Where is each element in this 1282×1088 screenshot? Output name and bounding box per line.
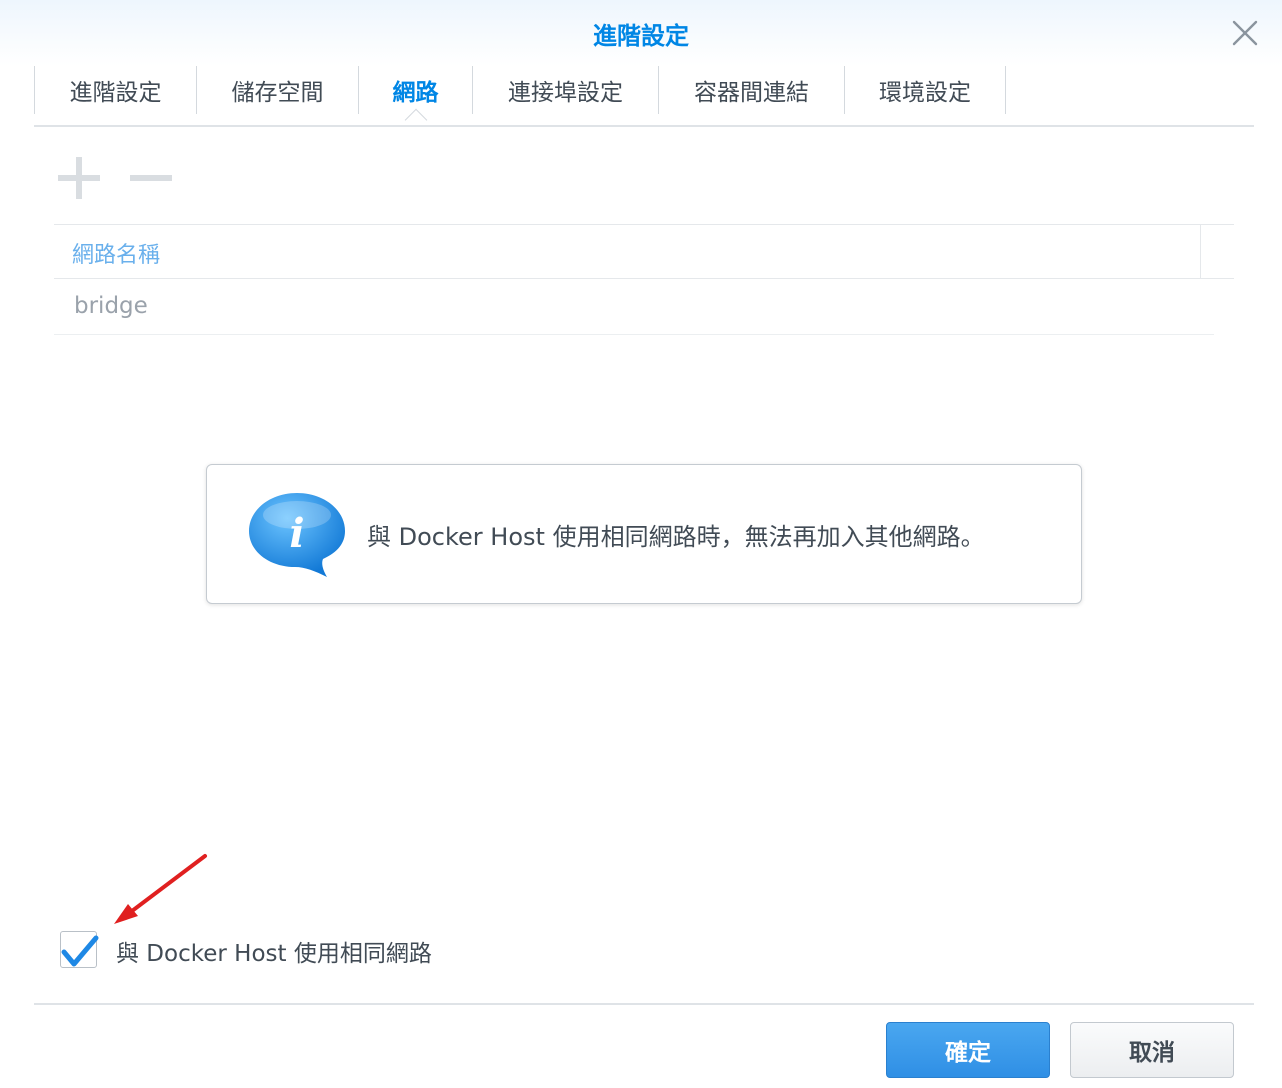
table-header: 網路名稱 bbox=[54, 225, 1234, 279]
tab-divider bbox=[34, 125, 1254, 127]
info-message-text: 與 Docker Host 使用相同網路時，無法再加入其他網路。 bbox=[367, 523, 985, 551]
active-tab-caret bbox=[404, 108, 427, 132]
checkmark-icon bbox=[61, 935, 99, 967]
dialog-title: 進階設定 bbox=[593, 22, 689, 50]
close-icon[interactable] bbox=[1228, 16, 1262, 50]
column-header-network-name[interactable]: 網路名稱 bbox=[72, 237, 160, 269]
column-divider bbox=[1200, 225, 1201, 279]
tab-port-settings[interactable]: 連接埠設定 bbox=[472, 66, 658, 114]
plus-icon[interactable] bbox=[54, 152, 106, 204]
ok-button[interactable]: 確定 bbox=[886, 1022, 1050, 1078]
cancel-button[interactable]: 取消 bbox=[1070, 1022, 1234, 1078]
dialog-title-bar: 進階設定 bbox=[0, 0, 1282, 66]
red-arrow-icon bbox=[114, 854, 207, 924]
host-network-checkbox[interactable] bbox=[60, 931, 99, 968]
tab-advanced-settings[interactable]: 進階設定 bbox=[34, 66, 196, 114]
footer-divider bbox=[34, 1003, 1254, 1005]
tab-label: 環境設定 bbox=[879, 80, 971, 106]
svg-text:i: i bbox=[289, 510, 304, 557]
tab-network[interactable]: 網路 bbox=[358, 66, 472, 132]
tab-environment[interactable]: 環境設定 bbox=[844, 66, 1006, 114]
info-speech-bubble-icon: i bbox=[249, 493, 345, 577]
tab-label: 連接埠設定 bbox=[508, 80, 623, 106]
tab-label: 儲存空間 bbox=[231, 80, 324, 106]
table-row[interactable]: bridge bbox=[54, 280, 1214, 335]
tab-bar: 進階設定 儲存空間 網路 連接埠設定 容器間連結 環境設定 bbox=[34, 66, 1006, 132]
network-name-cell: bridge bbox=[74, 293, 148, 319]
minus-icon[interactable] bbox=[126, 152, 178, 204]
tab-label: 網路 bbox=[392, 80, 439, 106]
host-network-label[interactable]: 與 Docker Host 使用相同網路 bbox=[116, 934, 432, 968]
tab-storage[interactable]: 儲存空間 bbox=[196, 66, 358, 114]
tab-links[interactable]: 容器間連結 bbox=[658, 66, 844, 114]
tab-label: 進階設定 bbox=[69, 80, 162, 106]
info-message-box: i 與 Docker Host 使用相同網路時，無法再加入其他網路。 bbox=[206, 464, 1082, 604]
tab-label: 容器間連結 bbox=[694, 80, 809, 106]
